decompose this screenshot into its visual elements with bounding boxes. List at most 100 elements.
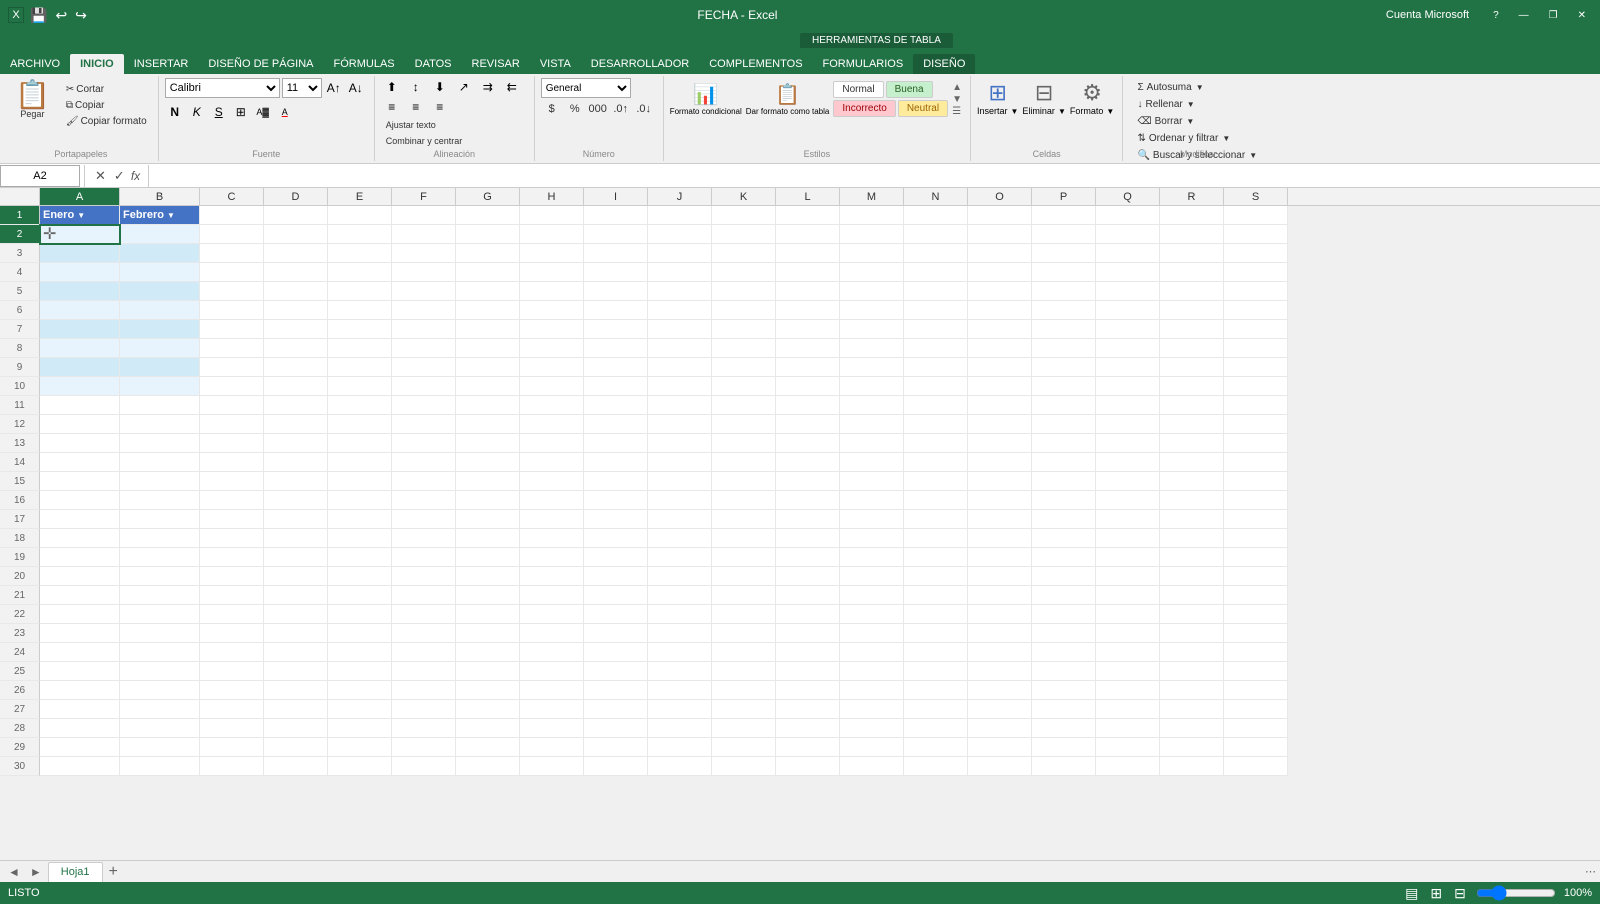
row-num-18[interactable]: 18 (0, 529, 40, 548)
cell-Q22[interactable] (1096, 605, 1160, 624)
col-header-a[interactable]: A (40, 188, 120, 205)
rellenar-dropdown[interactable]: ▼ (1187, 100, 1195, 109)
cell-R10[interactable] (1160, 377, 1224, 396)
cell-E29[interactable] (328, 738, 392, 757)
cell-I29[interactable] (584, 738, 648, 757)
name-box[interactable] (0, 165, 80, 187)
cell-F13[interactable] (392, 434, 456, 453)
cell-O13[interactable] (968, 434, 1032, 453)
cell-E23[interactable] (328, 624, 392, 643)
col-header-o[interactable]: O (968, 188, 1032, 205)
cell-P14[interactable] (1032, 453, 1096, 472)
cell-G9[interactable] (456, 358, 520, 377)
cell-R24[interactable] (1160, 643, 1224, 662)
col-header-p[interactable]: P (1032, 188, 1096, 205)
cell-S8[interactable] (1224, 339, 1288, 358)
cell-D3[interactable] (264, 244, 328, 263)
cell-i2[interactable] (584, 225, 648, 244)
enero-filter[interactable]: ▼ (76, 211, 86, 220)
cell-A30[interactable] (40, 757, 120, 776)
cell-C22[interactable] (200, 605, 264, 624)
cell-R18[interactable] (1160, 529, 1224, 548)
cell-A13[interactable] (40, 434, 120, 453)
cell-P19[interactable] (1032, 548, 1096, 567)
cell-F4[interactable] (392, 263, 456, 282)
cell-F27[interactable] (392, 700, 456, 719)
cell-C11[interactable] (200, 396, 264, 415)
cell-D29[interactable] (264, 738, 328, 757)
cell-Q8[interactable] (1096, 339, 1160, 358)
col-header-h[interactable]: H (520, 188, 584, 205)
page-break-btn[interactable]: ⊟ (1452, 885, 1468, 902)
cell-Q28[interactable] (1096, 719, 1160, 738)
cell-B19[interactable] (120, 548, 200, 567)
cell-D28[interactable] (264, 719, 328, 738)
cell-P24[interactable] (1032, 643, 1096, 662)
col-header-l[interactable]: L (776, 188, 840, 205)
cell-O19[interactable] (968, 548, 1032, 567)
cell-E24[interactable] (328, 643, 392, 662)
cell-A5[interactable] (40, 282, 120, 301)
cell-E9[interactable] (328, 358, 392, 377)
cell-K25[interactable] (712, 662, 776, 681)
cell-D27[interactable] (264, 700, 328, 719)
cell-K18[interactable] (712, 529, 776, 548)
cell-B5[interactable] (120, 282, 200, 301)
cell-H26[interactable] (520, 681, 584, 700)
row-num-23[interactable]: 23 (0, 624, 40, 643)
cell-M13[interactable] (840, 434, 904, 453)
cell-A18[interactable] (40, 529, 120, 548)
cell-G23[interactable] (456, 624, 520, 643)
cell-c2[interactable] (200, 225, 264, 244)
cell-I7[interactable] (584, 320, 648, 339)
cell-G8[interactable] (456, 339, 520, 358)
col-header-i[interactable]: I (584, 188, 648, 205)
style-neutral[interactable]: Neutral (898, 100, 948, 117)
cell-Q9[interactable] (1096, 358, 1160, 377)
cell-H3[interactable] (520, 244, 584, 263)
cell-I22[interactable] (584, 605, 648, 624)
cell-K27[interactable] (712, 700, 776, 719)
ordenar-dropdown[interactable]: ▼ (1222, 134, 1230, 143)
tab-diseno-pagina[interactable]: DISEÑO DE PÁGINA (198, 54, 323, 74)
cell-R22[interactable] (1160, 605, 1224, 624)
cell-K11[interactable] (712, 396, 776, 415)
cell-S17[interactable] (1224, 510, 1288, 529)
cell-H27[interactable] (520, 700, 584, 719)
tab-formularios[interactable]: FORMULARIOS (813, 54, 914, 74)
sheet-tab-hoja1[interactable]: Hoja1 (48, 862, 103, 882)
cell-K29[interactable] (712, 738, 776, 757)
cell-J22[interactable] (648, 605, 712, 624)
cell-E10[interactable] (328, 377, 392, 396)
underline-btn[interactable]: S (209, 102, 229, 122)
pegar-button[interactable]: 📋 Pegar (8, 78, 57, 122)
formula-input[interactable] (153, 165, 1600, 187)
col-header-n[interactable]: N (904, 188, 968, 205)
cell-O29[interactable] (968, 738, 1032, 757)
cell-D13[interactable] (264, 434, 328, 453)
cell-s2[interactable] (1224, 225, 1288, 244)
sheet-options-btn[interactable]: ⋯ (1585, 865, 1596, 878)
cell-J30[interactable] (648, 757, 712, 776)
cell-B17[interactable] (120, 510, 200, 529)
cell-A26[interactable] (40, 681, 120, 700)
cell-I28[interactable] (584, 719, 648, 738)
undo-qa-btn[interactable]: ↩ (53, 7, 69, 24)
cell-D25[interactable] (264, 662, 328, 681)
cell-O7[interactable] (968, 320, 1032, 339)
comma-btn[interactable]: 000 (587, 100, 609, 118)
cell-O6[interactable] (968, 301, 1032, 320)
align-center-btn[interactable]: ≡ (405, 98, 427, 116)
cell-A29[interactable] (40, 738, 120, 757)
cell-H23[interactable] (520, 624, 584, 643)
cell-Q5[interactable] (1096, 282, 1160, 301)
tab-formulas[interactable]: FÓRMULAS (324, 54, 405, 74)
cell-B12[interactable] (120, 415, 200, 434)
tab-diseno[interactable]: DISEÑO (913, 54, 975, 74)
text-angle-btn[interactable]: ↗ (453, 78, 475, 96)
row-num-17[interactable]: 17 (0, 510, 40, 529)
cell-L28[interactable] (776, 719, 840, 738)
cell-P13[interactable] (1032, 434, 1096, 453)
cell-H13[interactable] (520, 434, 584, 453)
insertar-celda-btn[interactable]: ⊞ Insertar ▼ (977, 80, 1018, 116)
